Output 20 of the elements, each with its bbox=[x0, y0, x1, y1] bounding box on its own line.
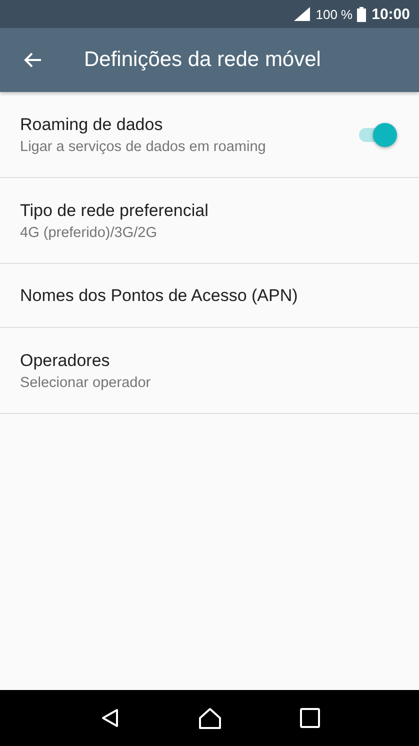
setting-item[interactable]: Nomes dos Pontos de Acesso (APN) bbox=[0, 264, 419, 328]
battery-level: 100 % bbox=[316, 6, 353, 22]
setting-item[interactable]: Operadores Selecionar operador bbox=[0, 328, 419, 414]
setting-summary: Ligar a serviços de dados em roaming bbox=[20, 138, 267, 154]
setting-item[interactable]: Roaming de dados Ligar a serviços de dados em roaming bbox=[0, 92, 419, 178]
setting-title: Nomes dos Pontos de Acesso (APN) bbox=[20, 286, 299, 306]
home-icon[interactable] bbox=[198, 706, 222, 730]
back-arrow-icon[interactable] bbox=[24, 52, 42, 68]
screen-title: Definições da rede móvel bbox=[84, 48, 321, 72]
setting-summary: Selecionar operador bbox=[20, 374, 152, 390]
signal-icon bbox=[294, 7, 310, 21]
clock: 10:00 bbox=[372, 6, 410, 22]
toggle-switch[interactable] bbox=[359, 122, 397, 146]
battery-icon bbox=[356, 6, 366, 22]
setting-item[interactable]: Tipo de rede preferencial 4G (preferido)/3G/2G bbox=[0, 178, 419, 264]
setting-title: Operadores bbox=[20, 350, 111, 370]
setting-title: Tipo de rede preferencial bbox=[20, 200, 210, 220]
setting-title: Roaming de dados bbox=[20, 114, 164, 134]
recents-icon[interactable] bbox=[300, 708, 320, 728]
setting-summary: 4G (preferido)/3G/2G bbox=[20, 224, 158, 240]
